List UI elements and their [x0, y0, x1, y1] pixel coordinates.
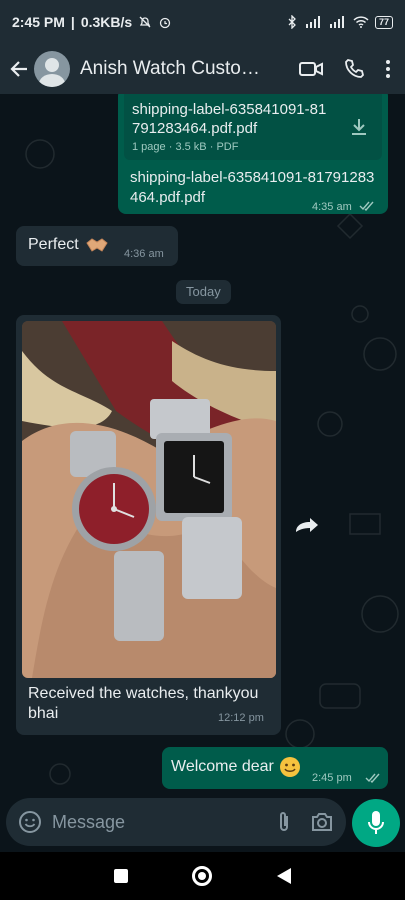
video-call-icon[interactable]: [299, 60, 323, 78]
chat-header: Anish Watch Customer: [0, 44, 405, 94]
message-composer: [6, 798, 346, 846]
message-perfect[interactable]: Perfect 4:36 am: [16, 226, 178, 266]
back-arrow-icon[interactable]: [8, 58, 30, 80]
mic-icon: [368, 811, 384, 834]
message-welcome-text: Welcome dear: [171, 758, 274, 775]
handshake-emoji-icon: [86, 238, 108, 252]
message-perfect-time: 4:36 am: [124, 248, 164, 260]
signal-icon-2: [329, 16, 344, 28]
forward-icon[interactable]: [290, 514, 322, 538]
photo-watches[interactable]: [22, 321, 276, 678]
system-nav-bar: [0, 852, 405, 900]
status-time: 2:45 PM: [12, 14, 65, 30]
message-welcome[interactable]: Welcome dear 2:45 pm: [162, 747, 388, 789]
document-file-name: shipping-label-635841091-81791283464.pdf…: [132, 101, 327, 137]
document-meta: 1 page · 3.5 kB · PDF: [132, 141, 239, 153]
read-ticks-icon: [365, 773, 380, 783]
avatar[interactable]: [34, 51, 70, 87]
back-triangle-icon[interactable]: [276, 867, 292, 885]
photo-time: 12:12 pm: [218, 712, 264, 724]
bluetooth-icon: [288, 15, 296, 29]
status-bar: 2:45 PM | 0.3KB/s 77: [0, 0, 405, 44]
document-time: 4:35 am: [312, 201, 352, 213]
mute-icon: [139, 16, 151, 28]
day-separator: Today: [176, 280, 231, 304]
signal-icon: [305, 16, 320, 28]
wifi-icon: [353, 16, 369, 28]
smile-emoji-icon: [280, 757, 300, 777]
mic-button[interactable]: [352, 799, 400, 847]
document-card[interactable]: shipping-label-635841091-81791283464.pdf…: [124, 94, 382, 160]
chat-area[interactable]: shipping-label-635841091-81791283464.pdf…: [0, 94, 405, 794]
recents-button[interactable]: [113, 869, 128, 883]
emoji-icon[interactable]: [18, 810, 42, 834]
watches-image: [22, 321, 276, 678]
document-time-row: 4:35 am: [312, 197, 375, 215]
camera-icon[interactable]: [310, 811, 334, 833]
document-pages: 1 page: [132, 141, 166, 153]
home-button[interactable]: [191, 866, 212, 886]
alarm-icon: [160, 17, 171, 29]
attach-icon[interactable]: [276, 810, 292, 834]
more-vert-icon[interactable]: [385, 59, 391, 79]
battery-indicator: 77: [374, 15, 393, 29]
phone-icon[interactable]: [343, 58, 365, 80]
contact-name[interactable]: Anish Watch Customer: [80, 58, 272, 80]
read-ticks-icon: [359, 201, 374, 211]
document-size: 3.5 kB: [175, 141, 207, 153]
network-speed: 0.3KB/s: [80, 14, 133, 30]
document-type: PDF: [216, 141, 239, 153]
message-input[interactable]: [52, 811, 252, 833]
message-perfect-text: Perfect: [28, 236, 79, 253]
download-icon[interactable]: [348, 116, 370, 138]
message-welcome-time: 2:45 pm: [312, 772, 352, 784]
